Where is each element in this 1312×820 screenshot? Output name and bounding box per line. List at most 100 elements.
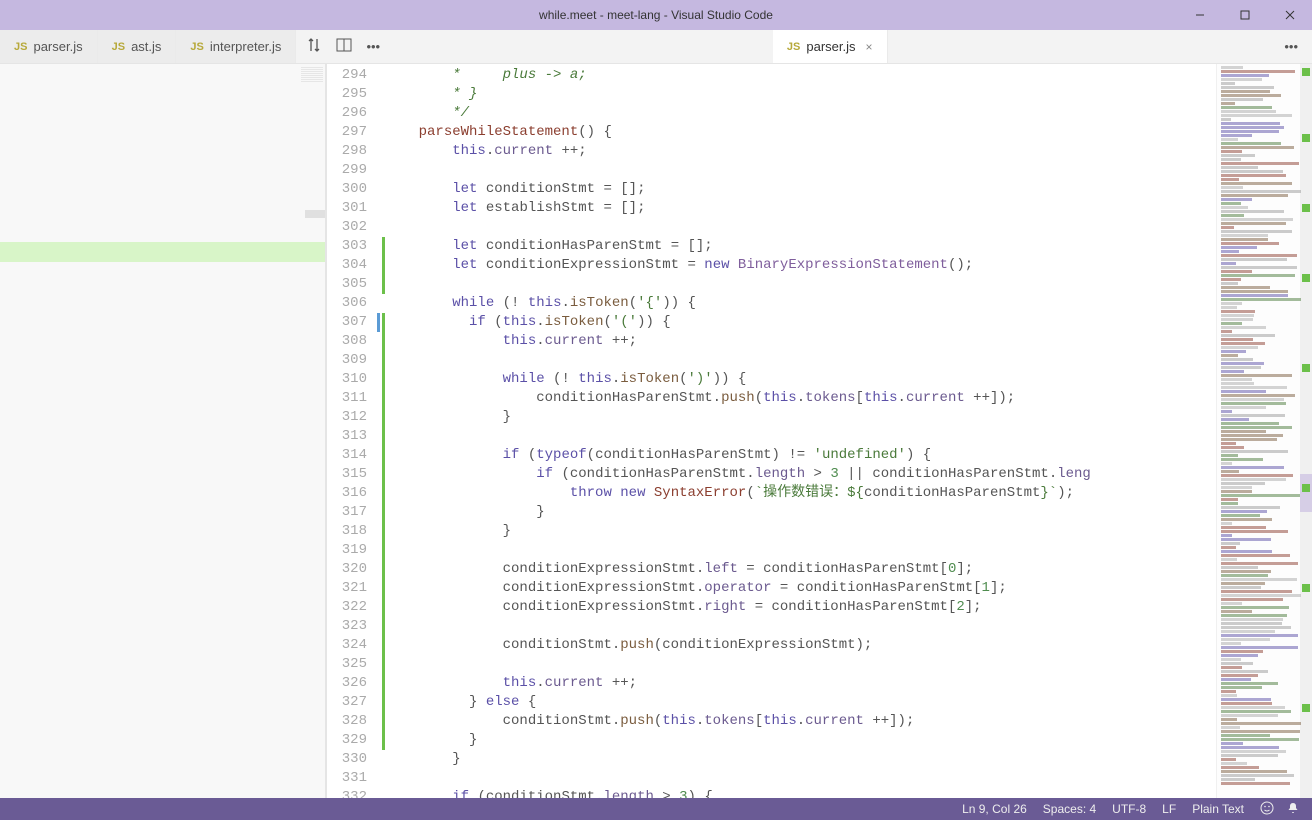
feedback-icon[interactable] [1260, 801, 1274, 818]
tab-parser-js[interactable]: JSparser.js [0, 30, 98, 63]
left-minimap [301, 66, 323, 82]
code-line[interactable]: let conditionExpressionStmt = new Binary… [385, 256, 1216, 275]
tab-bar: JSparser.jsJSast.jsJSinterpreter.js ••• … [0, 30, 1312, 64]
code-line[interactable]: } [385, 522, 1216, 541]
line-number: 300 [327, 180, 367, 199]
js-icon: JS [190, 41, 203, 53]
line-number: 326 [327, 674, 367, 693]
minimap[interactable] [1216, 64, 1312, 798]
title-bar: while.meet - meet-lang - Visual Studio C… [0, 0, 1312, 30]
code-line[interactable]: conditionExpressionStmt.operator = condi… [385, 579, 1216, 598]
code-line[interactable]: } [385, 750, 1216, 769]
split-icon[interactable] [336, 37, 352, 56]
code-line[interactable] [385, 351, 1216, 370]
minimize-button[interactable] [1177, 0, 1222, 30]
code-line[interactable]: } else { [385, 693, 1216, 712]
line-number: 322 [327, 598, 367, 617]
code-line[interactable]: * plus -> a; [385, 66, 1216, 85]
code-line[interactable]: while (! this.isToken(')')) { [385, 370, 1216, 389]
code-line[interactable] [385, 769, 1216, 788]
editor-more-icon[interactable]: ••• [1270, 30, 1312, 63]
code-line[interactable]: conditionExpressionStmt.left = condition… [385, 560, 1216, 579]
line-number: 296 [327, 104, 367, 123]
js-icon: JS [787, 41, 800, 53]
line-number: 329 [327, 731, 367, 750]
code-line[interactable]: this.current ++; [385, 142, 1216, 161]
status-spaces[interactable]: Spaces: 4 [1043, 802, 1096, 816]
line-number: 331 [327, 769, 367, 788]
code-line[interactable] [385, 161, 1216, 180]
code-line[interactable] [385, 218, 1216, 237]
code-line[interactable]: conditionStmt.push(conditionExpressionSt… [385, 636, 1216, 655]
code-line[interactable]: if (this.isToken('(')) { [385, 313, 1216, 332]
left-highlight [0, 242, 325, 262]
line-number: 314 [327, 446, 367, 465]
close-button[interactable] [1267, 0, 1312, 30]
js-icon: JS [14, 41, 27, 53]
code-line[interactable]: conditionStmt.push(this.tokens[this.curr… [385, 712, 1216, 731]
code-line[interactable] [385, 427, 1216, 446]
status-encoding[interactable]: UTF-8 [1112, 802, 1146, 816]
code-line[interactable]: let establishStmt = []; [385, 199, 1216, 218]
code-line[interactable]: this.current ++; [385, 674, 1216, 693]
status-bar: Ln 9, Col 26 Spaces: 4 UTF-8 LF Plain Te… [0, 798, 1312, 820]
code-editor[interactable]: 2942952962972982993003013023033043053063… [327, 64, 1216, 798]
line-number: 315 [327, 465, 367, 484]
status-eol[interactable]: LF [1162, 802, 1176, 816]
code-line[interactable]: let conditionHasParenStmt = []; [385, 237, 1216, 256]
code-line[interactable] [385, 617, 1216, 636]
code-line[interactable]: } [385, 731, 1216, 750]
line-number: 295 [327, 85, 367, 104]
maximize-button[interactable] [1222, 0, 1267, 30]
left-editor-pane[interactable] [0, 64, 325, 798]
code-line[interactable]: if (conditionStmt.length > 3) { [385, 788, 1216, 798]
line-number: 320 [327, 560, 367, 579]
bell-icon[interactable] [1286, 801, 1300, 818]
code-line[interactable] [385, 541, 1216, 560]
tab-label: interpreter.js [210, 39, 282, 54]
code-line[interactable]: } [385, 503, 1216, 522]
tab-parser-js[interactable]: JSparser.js× [773, 30, 888, 63]
code-line[interactable]: */ [385, 104, 1216, 123]
line-number: 317 [327, 503, 367, 522]
line-number: 312 [327, 408, 367, 427]
scroll-indicator[interactable] [1300, 474, 1312, 512]
code-line[interactable] [385, 655, 1216, 674]
line-number: 304 [327, 256, 367, 275]
code-line[interactable]: this.current ++; [385, 332, 1216, 351]
line-number: 303 [327, 237, 367, 256]
status-lang[interactable]: Plain Text [1192, 802, 1244, 816]
more-icon[interactable]: ••• [366, 39, 380, 54]
code-line[interactable]: conditionHasParenStmt.push(this.tokens[t… [385, 389, 1216, 408]
line-number: 305 [327, 275, 367, 294]
js-icon: JS [112, 41, 125, 53]
code-line[interactable]: if (conditionHasParenStmt.length > 3 || … [385, 465, 1216, 484]
window-title: while.meet - meet-lang - Visual Studio C… [539, 8, 773, 22]
tab-label: ast.js [131, 39, 161, 54]
line-number-gutter: 2942952962972982993003013023033043053063… [327, 64, 385, 798]
tab-ast-js[interactable]: JS ast.js [98, 30, 177, 63]
code-line[interactable]: let conditionStmt = []; [385, 180, 1216, 199]
line-number: 298 [327, 142, 367, 161]
status-cursor[interactable]: Ln 9, Col 26 [962, 802, 1027, 816]
code-line[interactable] [385, 275, 1216, 294]
code-line[interactable]: conditionExpressionStmt.right = conditio… [385, 598, 1216, 617]
line-number: 299 [327, 161, 367, 180]
line-number: 318 [327, 522, 367, 541]
code-line[interactable]: throw new SyntaxError(`操作数错误：${condition… [385, 484, 1216, 503]
line-number: 307 [327, 313, 367, 332]
main-area: 2942952962972982993003013023033043053063… [0, 64, 1312, 798]
code-line[interactable]: parseWhileStatement() { [385, 123, 1216, 142]
line-number: 319 [327, 541, 367, 560]
close-icon[interactable]: × [866, 40, 873, 54]
code-line[interactable]: * } [385, 85, 1216, 104]
line-number: 308 [327, 332, 367, 351]
code-line[interactable]: while (! this.isToken('{')) { [385, 294, 1216, 313]
line-number: 313 [327, 427, 367, 446]
code-line[interactable]: } [385, 408, 1216, 427]
compare-icon[interactable] [306, 37, 322, 56]
code-content[interactable]: * plus -> a; * } */ parseWhileStatement(… [385, 64, 1216, 798]
code-line[interactable]: if (typeof(conditionHasParenStmt) != 'un… [385, 446, 1216, 465]
tab-interpreter-js[interactable]: JS interpreter.js [176, 30, 296, 63]
line-number: 301 [327, 199, 367, 218]
